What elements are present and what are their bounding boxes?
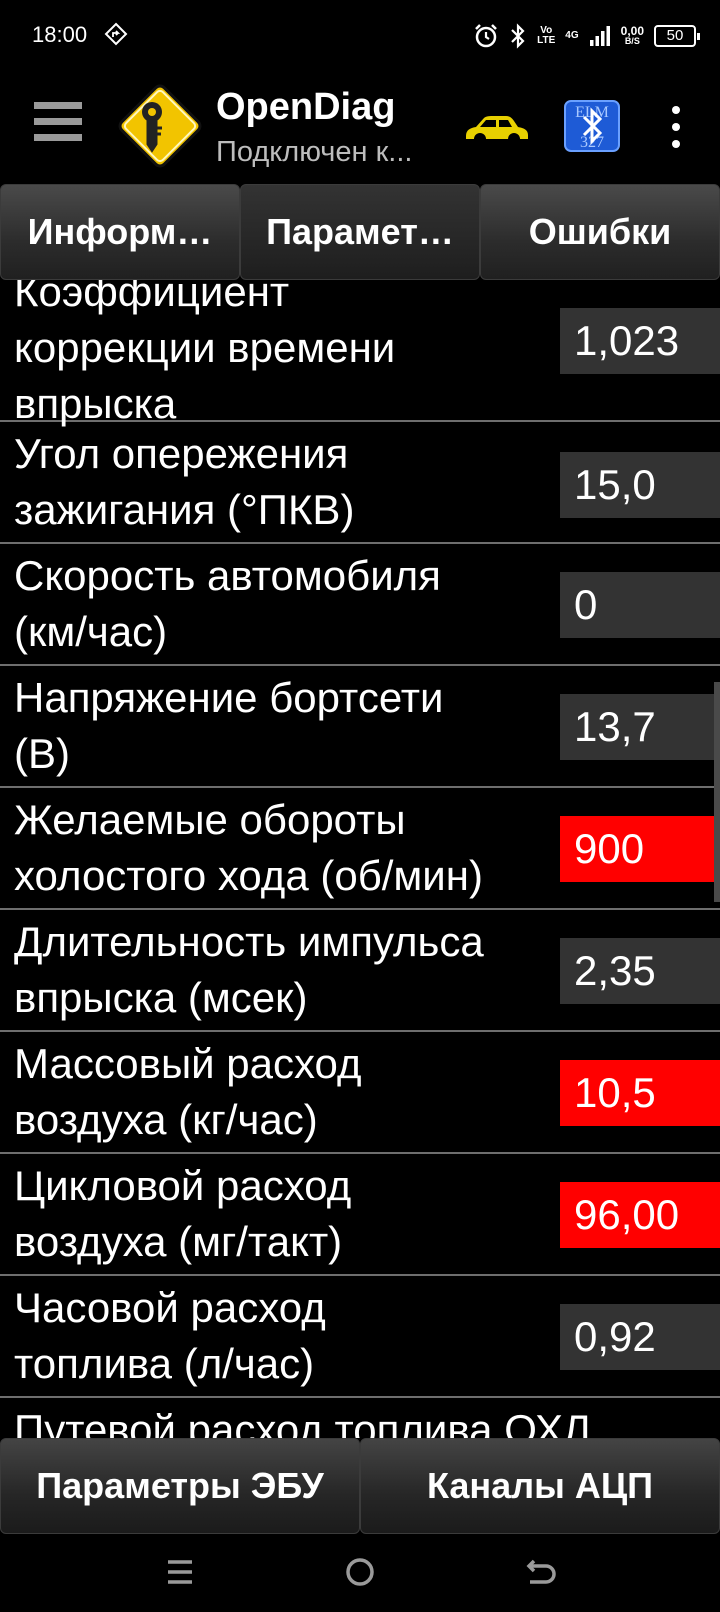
status-icons: Vo LTE 4G 0,00 B/S 50: [473, 20, 700, 52]
param-value: 2,35: [560, 938, 720, 1004]
app-bar: OpenDiag Подключен к... ELM 327: [0, 72, 720, 182]
bluetooth-elm-icon[interactable]: ELM 327: [564, 100, 620, 152]
tab-errors[interactable]: Ошибки: [480, 184, 720, 280]
param-label: Цикловой расход воздуха (мг/такт): [14, 1162, 352, 1265]
network-type: 4G: [565, 30, 579, 41]
param-value: 0,92: [560, 1304, 720, 1370]
navigation-app-icon: [104, 22, 128, 46]
signal-icon: [589, 26, 610, 46]
network-speed: 0,00 B/S: [620, 24, 644, 46]
app-logo-key-icon: [118, 84, 202, 168]
bottom-button-bar: Параметры ЭБУ Каналы АЦП: [0, 1438, 720, 1534]
nav-recents-icon[interactable]: [160, 1552, 200, 1592]
system-nav-bar: [0, 1534, 720, 1612]
param-value: 0: [560, 572, 720, 638]
nav-back-icon[interactable]: [520, 1552, 560, 1592]
app-title: OpenDiag: [216, 86, 396, 128]
param-row[interactable]: Массовый расход воздуха (кг/час) 10,5: [0, 1032, 720, 1154]
param-label: Желаемые обороты холостого хода (об/мин): [14, 796, 483, 899]
connection-status: Подключен к...: [216, 136, 413, 168]
param-value: 13,7: [560, 694, 720, 760]
param-label: Угол опережения зажигания (°ПКВ): [14, 430, 355, 533]
alarm-icon: [475, 24, 498, 48]
param-value: 1,023: [560, 308, 720, 374]
nav-home-icon[interactable]: [340, 1552, 380, 1592]
adc-channels-button[interactable]: Каналы АЦП: [360, 1438, 720, 1534]
param-value-alert: 96,00: [560, 1182, 720, 1248]
param-row[interactable]: Скорость автомобиля (км/час) 0: [0, 544, 720, 666]
param-row[interactable]: Напряжение бортсети (В) 13,7: [0, 666, 720, 788]
param-row[interactable]: Коэффициент коррекции времени впрыска 1,…: [0, 280, 720, 427]
param-label: Скорость автомобиля (км/час): [14, 552, 441, 655]
volte-indicator: Vo LTE: [537, 25, 556, 46]
tab-info[interactable]: Информ…: [0, 184, 240, 280]
param-label: Длительность импульса впрыска (мсек): [14, 918, 484, 1021]
param-value: 15,0: [560, 452, 720, 518]
menu-icon[interactable]: [34, 102, 82, 148]
param-row[interactable]: Желаемые обороты холостого хода (об/мин)…: [0, 788, 720, 910]
tab-parameters[interactable]: Парамет…: [240, 184, 480, 280]
param-row[interactable]: Цикловой расход воздуха (мг/такт) 96,00: [0, 1154, 720, 1276]
car-icon[interactable]: [462, 112, 530, 146]
battery-indicator: 50: [654, 25, 700, 47]
param-label: Путевой расход топлива ОХЛ: [14, 1406, 591, 1438]
param-label: Часовой расход топлива (л/час): [14, 1284, 326, 1387]
param-row[interactable]: Длительность импульса впрыска (мсек) 2,3…: [0, 910, 720, 1032]
ecu-parameters-button[interactable]: Параметры ЭБУ: [0, 1438, 360, 1534]
param-label: Коэффициент коррекции времени впрыска: [14, 280, 396, 427]
scrollbar[interactable]: [714, 682, 720, 902]
param-value-alert: 900: [560, 816, 720, 882]
status-bar: 18:00 Vo LTE 4G 0,00 B/S 50: [0, 0, 720, 72]
param-label: Массовый расход воздуха (кг/час): [14, 1040, 362, 1143]
status-time: 18:00: [32, 22, 88, 47]
tab-bar: Информ… Парамет… Ошибки: [0, 184, 720, 280]
param-row[interactable]: Часовой расход топлива (л/час) 0,92: [0, 1276, 720, 1398]
parameter-list[interactable]: Коэффициент коррекции времени впрыска 1,…: [0, 280, 720, 1438]
param-row[interactable]: Путевой расход топлива ОХЛ: [0, 1398, 720, 1438]
param-label: Напряжение бортсети (В): [14, 674, 444, 777]
more-options-icon[interactable]: [664, 106, 688, 148]
param-value-alert: 10,5: [560, 1060, 720, 1126]
bluetooth-status-icon: [511, 23, 525, 49]
param-row[interactable]: Угол опережения зажигания (°ПКВ) 15,0: [0, 422, 720, 544]
